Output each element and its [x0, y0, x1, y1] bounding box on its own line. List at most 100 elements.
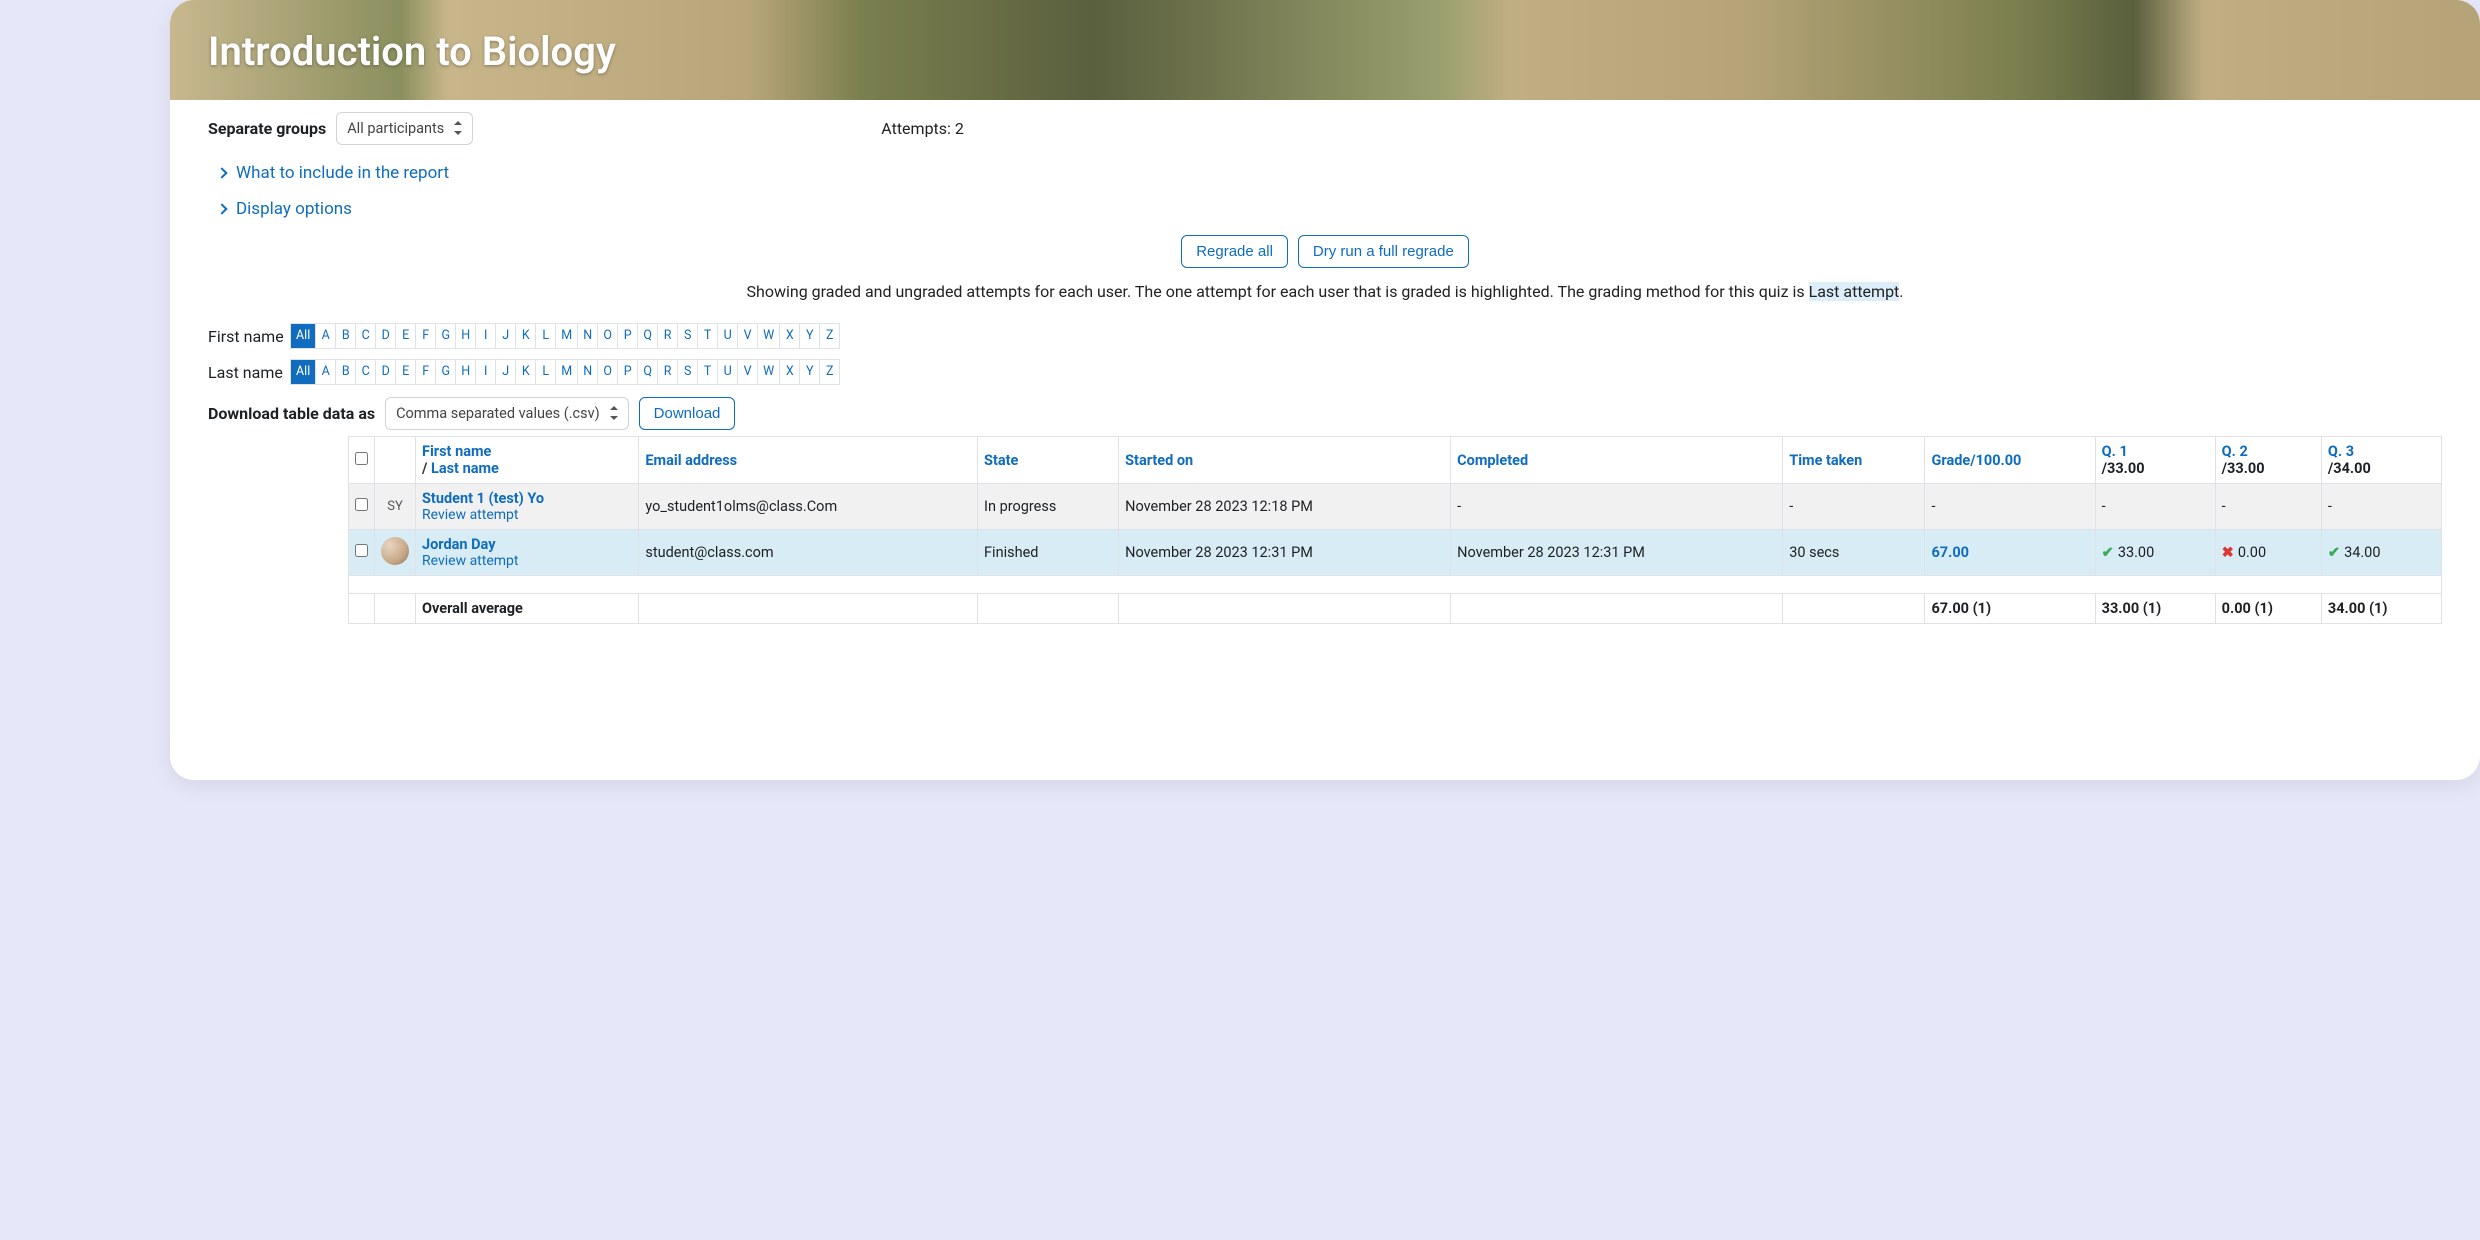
last-name-letter-Y[interactable]: Y	[800, 359, 820, 385]
first-name-letter-N[interactable]: N	[578, 323, 598, 349]
col-q1[interactable]: Q. 1/33.00	[2095, 437, 2215, 484]
select-all-checkbox[interactable]	[355, 452, 368, 465]
cell-q1: ✔33.00	[2095, 530, 2215, 576]
cell-grade[interactable]: 67.00	[1931, 544, 1968, 561]
student-name-link[interactable]: Jordan Day	[422, 536, 632, 553]
first-name-letter-K[interactable]: K	[516, 323, 536, 349]
col-state[interactable]: State	[978, 437, 1119, 484]
overall-q3: 34.00 (1)	[2321, 594, 2441, 624]
cell-q3: ✔34.00	[2321, 530, 2441, 576]
col-grade[interactable]: Grade/100.00	[1925, 437, 2095, 484]
last-name-letter-B[interactable]: B	[336, 359, 356, 385]
last-name-letter-T[interactable]: T	[698, 359, 718, 385]
download-button[interactable]: Download	[639, 397, 736, 430]
first-name-letter-J[interactable]: J	[496, 323, 516, 349]
first-name-filter-label: First name	[208, 327, 290, 346]
cell-state: In progress	[978, 484, 1119, 530]
last-name-letter-Z[interactable]: Z	[820, 359, 840, 385]
col-name[interactable]: First name / Last name	[416, 437, 639, 484]
last-name-letter-N[interactable]: N	[578, 359, 598, 385]
last-name-letter-Q[interactable]: Q	[638, 359, 658, 385]
first-name-letter-G[interactable]: G	[436, 323, 456, 349]
chevron-right-icon	[216, 203, 227, 214]
first-name-letter-F[interactable]: F	[416, 323, 436, 349]
col-completed[interactable]: Completed	[1451, 437, 1783, 484]
first-name-letter-D[interactable]: D	[376, 323, 396, 349]
cell-grade: -	[1931, 498, 1935, 515]
row-checkbox[interactable]	[355, 498, 368, 511]
cross-icon: ✖	[2222, 544, 2234, 561]
row-checkbox[interactable]	[355, 544, 368, 557]
first-name-letter-V[interactable]: V	[738, 323, 758, 349]
first-name-letter-All[interactable]: All	[290, 323, 316, 349]
last-name-letter-O[interactable]: O	[598, 359, 618, 385]
first-name-letter-U[interactable]: U	[718, 323, 738, 349]
first-name-letter-O[interactable]: O	[598, 323, 618, 349]
review-attempt-link[interactable]: Review attempt	[422, 553, 632, 569]
last-name-letter-All[interactable]: All	[290, 359, 316, 385]
last-name-letter-G[interactable]: G	[436, 359, 456, 385]
last-name-letter-I[interactable]: I	[476, 359, 496, 385]
first-name-letter-R[interactable]: R	[658, 323, 678, 349]
first-name-letter-B[interactable]: B	[336, 323, 356, 349]
collapsible-display-options[interactable]: Display options	[218, 199, 2442, 219]
first-name-letter-L[interactable]: L	[536, 323, 556, 349]
collapsible-label: What to include in the report	[236, 163, 449, 183]
last-name-letter-J[interactable]: J	[496, 359, 516, 385]
first-name-letter-S[interactable]: S	[678, 323, 698, 349]
regrade-all-button[interactable]: Regrade all	[1181, 235, 1288, 268]
cell-q2: ✖0.00	[2215, 530, 2321, 576]
dry-run-regrade-button[interactable]: Dry run a full regrade	[1298, 235, 1469, 268]
last-name-letter-P[interactable]: P	[618, 359, 638, 385]
collapsible-what-to-include[interactable]: What to include in the report	[218, 163, 2442, 183]
first-name-letter-W[interactable]: W	[758, 323, 780, 349]
cell-completed: -	[1451, 484, 1783, 530]
last-name-letter-F[interactable]: F	[416, 359, 436, 385]
first-name-letter-Y[interactable]: Y	[800, 323, 820, 349]
student-name-link[interactable]: Student 1 (test) Yo	[422, 490, 632, 507]
first-name-letter-A[interactable]: A	[316, 323, 336, 349]
first-name-letter-P[interactable]: P	[618, 323, 638, 349]
first-name-letter-E[interactable]: E	[396, 323, 416, 349]
last-name-letter-A[interactable]: A	[316, 359, 336, 385]
last-name-letter-S[interactable]: S	[678, 359, 698, 385]
cell-time: 30 secs	[1783, 530, 1925, 576]
col-q3[interactable]: Q. 3/34.00	[2321, 437, 2441, 484]
overall-average-row: Overall average67.00 (1)33.00 (1)0.00 (1…	[349, 594, 2442, 624]
download-label: Download table data as	[208, 404, 375, 423]
last-name-letter-L[interactable]: L	[536, 359, 556, 385]
cell-email: student@class.com	[639, 530, 978, 576]
last-name-letter-M[interactable]: M	[556, 359, 578, 385]
cell-q3: -	[2321, 484, 2441, 530]
cell-time: -	[1783, 484, 1925, 530]
first-name-letter-Z[interactable]: Z	[820, 323, 840, 349]
last-name-letter-V[interactable]: V	[738, 359, 758, 385]
download-format-select[interactable]: Comma separated values (.csv)	[385, 397, 629, 430]
last-name-letter-C[interactable]: C	[356, 359, 376, 385]
last-name-letter-E[interactable]: E	[396, 359, 416, 385]
first-name-letter-Q[interactable]: Q	[638, 323, 658, 349]
col-email[interactable]: Email address	[639, 437, 978, 484]
avatar-initials: SY	[381, 493, 409, 521]
review-attempt-link[interactable]: Review attempt	[422, 507, 632, 523]
first-name-letter-T[interactable]: T	[698, 323, 718, 349]
first-name-letter-M[interactable]: M	[556, 323, 578, 349]
separate-groups-select[interactable]: All participants	[336, 112, 473, 145]
overall-grade: 67.00 (1)	[1925, 594, 2095, 624]
last-name-letter-K[interactable]: K	[516, 359, 536, 385]
last-name-letter-R[interactable]: R	[658, 359, 678, 385]
last-name-letter-U[interactable]: U	[718, 359, 738, 385]
first-name-letter-H[interactable]: H	[456, 323, 476, 349]
first-name-letter-X[interactable]: X	[780, 323, 800, 349]
last-name-letter-H[interactable]: H	[456, 359, 476, 385]
first-name-letter-C[interactable]: C	[356, 323, 376, 349]
col-time[interactable]: Time taken	[1783, 437, 1925, 484]
separate-groups-label: Separate groups	[208, 119, 326, 138]
last-name-letter-D[interactable]: D	[376, 359, 396, 385]
col-started[interactable]: Started on	[1119, 437, 1451, 484]
last-name-letter-W[interactable]: W	[758, 359, 780, 385]
last-name-letter-X[interactable]: X	[780, 359, 800, 385]
col-q2[interactable]: Q. 2/33.00	[2215, 437, 2321, 484]
chevron-right-icon	[216, 167, 227, 178]
first-name-letter-I[interactable]: I	[476, 323, 496, 349]
